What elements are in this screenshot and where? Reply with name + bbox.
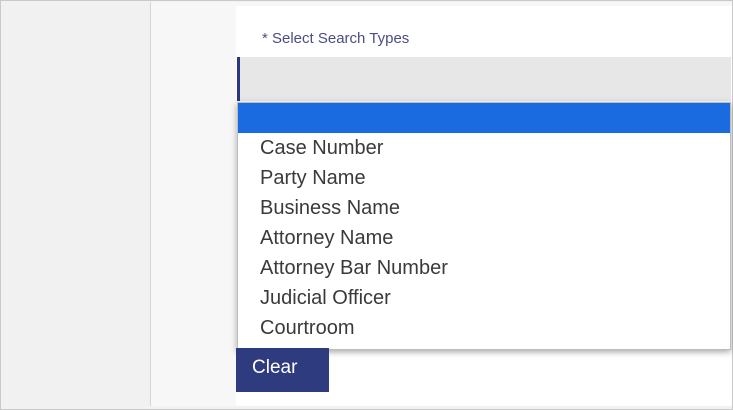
search-types-label: * Select Search Types: [262, 30, 410, 47]
dropdown-option-judicial-officer[interactable]: Judicial Officer: [260, 287, 391, 310]
dropdown-option-attorney-name[interactable]: Attorney Name: [260, 227, 393, 250]
search-types-dropdown: Case Number Party Name Business Name Att…: [237, 102, 731, 350]
dropdown-option-business-name[interactable]: Business Name: [260, 197, 400, 220]
clear-button[interactable]: Clear: [236, 348, 329, 392]
dropdown-option-case-number[interactable]: Case Number: [260, 137, 383, 160]
dropdown-option-attorney-bar-number[interactable]: Attorney Bar Number: [260, 257, 448, 280]
dropdown-option-party-name[interactable]: Party Name: [260, 167, 366, 190]
left-panel: [2, 2, 151, 406]
dropdown-option-blank[interactable]: [238, 103, 730, 133]
dropdown-option-courtroom[interactable]: Courtroom: [260, 317, 354, 340]
search-types-select[interactable]: [237, 57, 731, 101]
